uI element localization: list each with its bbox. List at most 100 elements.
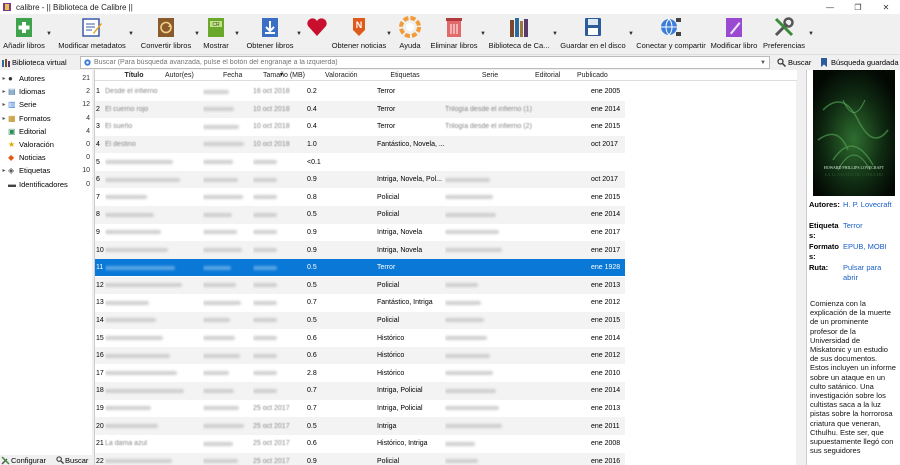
column-header-8[interactable]: Publicado <box>577 70 627 81</box>
table-row[interactable]: 16 0.6 Histórico ene 2012 <box>95 347 625 365</box>
expand-arrow-icon[interactable]: ▸ <box>0 75 8 82</box>
cell-number-text: 2 <box>96 105 100 113</box>
maximize-button[interactable]: ❐ <box>844 0 872 14</box>
column-header-6[interactable]: Serie <box>445 70 535 81</box>
table-row[interactable]: 7 0.8 Policial ene 2015 <box>95 189 625 206</box>
expand-arrow-icon[interactable]: ▸ <box>0 167 8 174</box>
add-books-button[interactable]: Añadir libros <box>2 14 46 54</box>
cell-series <box>445 365 535 382</box>
cell-series-text: Trilogía desde el infierno (2) <box>445 123 532 131</box>
get-books-button[interactable]: Obtener libros <box>244 14 296 54</box>
table-row[interactable]: 3 El sueño 10 oct 2018 0.4 Terror Trilogía de… <box>95 118 625 135</box>
fetch-news-dropdown-icon[interactable]: ▼ <box>386 31 392 37</box>
meta-formats-link[interactable]: EPUB, MOBI <box>843 242 897 252</box>
expand-arrow-icon[interactable]: ▸ <box>0 101 8 108</box>
table-row[interactable]: 6 0.9 Intriga, Novela, Pol... oct 2017 <box>95 171 625 189</box>
table-row[interactable]: 22 25 oct 2017 0.9 Policial ene 2016 <box>95 452 625 465</box>
table-row[interactable]: 4 El destino 10 oct 2018 1.0 Fantástico, Nov… <box>95 135 625 154</box>
table-row[interactable]: 14 0.5 Policial ene 2015 <box>95 311 625 330</box>
donate-button[interactable] <box>304 14 330 54</box>
connect-share-icon <box>660 16 682 38</box>
tag-category-rating[interactable]: ★ Valoración 0 <box>0 138 92 151</box>
cell-published-text: ene 2015 <box>591 193 621 201</box>
meta-tags-link[interactable]: Terror <box>843 221 897 231</box>
edit-book-button[interactable]: Modificar libro <box>710 14 758 54</box>
add-books-dropdown-icon[interactable]: ▼ <box>46 31 52 37</box>
remove-books-dropdown-icon[interactable]: ▼ <box>480 31 486 37</box>
saved-search-button[interactable]: Búsqueda guardada <box>820 56 899 69</box>
cell-published-text: oct 2017 <box>591 140 618 148</box>
meta-authors-link[interactable]: H. P. Lovecraft <box>843 200 897 210</box>
tag-category-formats[interactable]: ▸ ▦ Formatos 4 <box>0 112 92 125</box>
library-dropdown-icon[interactable]: ▼ <box>552 31 558 37</box>
cell-size-text: 0.8 <box>307 193 317 201</box>
column-header-5[interactable]: Etiquetas <box>365 70 445 81</box>
tag-category-authors[interactable]: ▸ ● Autores 21 <box>0 72 92 85</box>
table-row[interactable]: 9 0.9 Intriga, Novela ene 2017 <box>95 224 625 241</box>
table-row[interactable]: 5 <0.1 <box>95 153 625 170</box>
tag-category-identifiers[interactable]: ▬ Identificadores 0 <box>0 178 92 191</box>
table-row[interactable]: 17 2.8 Histórico ene 2010 <box>95 365 625 382</box>
column-header-7[interactable]: Editorial <box>535 70 577 81</box>
fetch-news-button[interactable]: N Obtener noticias <box>332 14 386 54</box>
cell-fecha <box>253 171 301 188</box>
connect-share-button[interactable]: Conectar y compartir <box>636 14 706 54</box>
save-disk-button[interactable]: Guardar en el disco <box>560 14 626 54</box>
tag-category-series[interactable]: ▸ ▥ Serie 12 <box>0 98 92 111</box>
tag-category-news[interactable]: ◆ Noticias 0 <box>0 151 92 164</box>
advanced-search-gear-icon[interactable] <box>83 58 92 67</box>
fetch-news-label: Obtener noticias <box>331 41 387 50</box>
search-button[interactable]: Buscar <box>777 56 811 69</box>
convert-books-button[interactable]: Convertir libros <box>138 14 194 54</box>
column-header-4[interactable]: Valoración <box>325 70 365 81</box>
expand-arrow-icon[interactable]: ▸ <box>0 88 8 95</box>
view-book-button[interactable]: CR Mostrar <box>200 14 232 54</box>
search-history-dropdown-icon[interactable]: ▼ <box>760 60 766 66</box>
expand-arrow-icon[interactable]: ▸ <box>0 115 8 122</box>
table-row[interactable]: 15 0.6 Histórico ene 2014 <box>95 329 625 346</box>
tag-category-languages[interactable]: ▸ ▤ Idiomas 2 <box>0 85 92 98</box>
column-header-2[interactable]: Fecha <box>223 70 263 81</box>
table-row[interactable]: 18 0.7 Intriga, Policial ene 2014 <box>95 382 625 400</box>
table-row[interactable]: 2 El cuerno rojo 10 oct 2018 0.4 Terror Trilo… <box>95 100 625 118</box>
table-row[interactable]: 12 0.5 Policial ene 2013 <box>95 276 625 294</box>
table-row[interactable]: 1 Desde el infierno 16 oct 2018 0.2 Terror en… <box>95 83 625 100</box>
redacted-text <box>203 406 239 411</box>
column-header-1[interactable]: Autor(es) <box>165 70 221 81</box>
search-box[interactable]: ▼ <box>80 56 770 69</box>
save-disk-dropdown-icon[interactable]: ▼ <box>628 31 634 37</box>
book-cover[interactable]: HOWARD PHILLIPS LOVECRAFT LA LLAMADA DE … <box>813 70 895 196</box>
table-row[interactable]: 11 0.5 Terror ene 1928 <box>95 259 625 277</box>
column-header-3[interactable]: Tamaño (MB) <box>263 70 325 81</box>
table-row[interactable]: 13 0.7 Fantástico, Intriga ene 2012 <box>95 294 625 311</box>
view-book-dropdown-icon[interactable]: ▼ <box>234 31 240 37</box>
help-button[interactable]: Ayuda <box>396 14 424 54</box>
virtual-library-button[interactable]: Biblioteca virtual <box>2 56 67 69</box>
meta-path-link[interactable]: Pulsar para abrir <box>843 263 897 283</box>
remove-books-button[interactable]: Eliminar libros <box>430 14 478 54</box>
get-books-dropdown-icon[interactable]: ▼ <box>296 31 302 37</box>
find-in-tags-button[interactable]: Buscar <box>56 456 88 465</box>
configure-button[interactable]: Configurar <box>1 456 46 465</box>
preferences-dropdown-icon[interactable]: ▼ <box>808 31 814 37</box>
edit-metadata-dropdown-icon[interactable]: ▼ <box>128 31 134 37</box>
library-button[interactable]: Biblioteca de Ca... <box>488 14 550 54</box>
column-header-0[interactable]: Título <box>105 70 163 81</box>
redacted-text <box>253 371 277 376</box>
table-row[interactable]: 10 0.9 Intriga, Novela ene 2017 <box>95 241 625 259</box>
table-row[interactable]: 19 25 oct 2017 0.7 Intriga, Policial ene 201… <box>95 400 625 417</box>
tag-category-publisher[interactable]: ▣ Editorial 4 <box>0 125 92 138</box>
cell-published-text: ene 2014 <box>591 334 621 342</box>
table-row[interactable]: 21 La dama azul 25 oct 2017 0.6 Histórico, I… <box>95 435 625 452</box>
close-button[interactable]: ✕ <box>872 0 900 14</box>
preferences-button[interactable]: Preferencias <box>762 14 806 54</box>
table-row[interactable]: 8 0.5 Policial ene 2014 <box>95 206 625 224</box>
table-row[interactable]: 20 25 oct 2017 0.5 Intriga ene 2011 <box>95 417 625 435</box>
book-list-scrollbar[interactable] <box>796 81 804 465</box>
tag-category-tags[interactable]: ▸ ◈ Etiquetas 10 <box>0 164 92 177</box>
minimize-button[interactable]: — <box>816 0 844 14</box>
search-input[interactable] <box>92 57 761 68</box>
edit-metadata-button[interactable]: Modificar metadatos <box>56 14 128 54</box>
languages-icon: ▤ <box>8 87 16 97</box>
cell-size: 0.4 <box>307 118 337 135</box>
